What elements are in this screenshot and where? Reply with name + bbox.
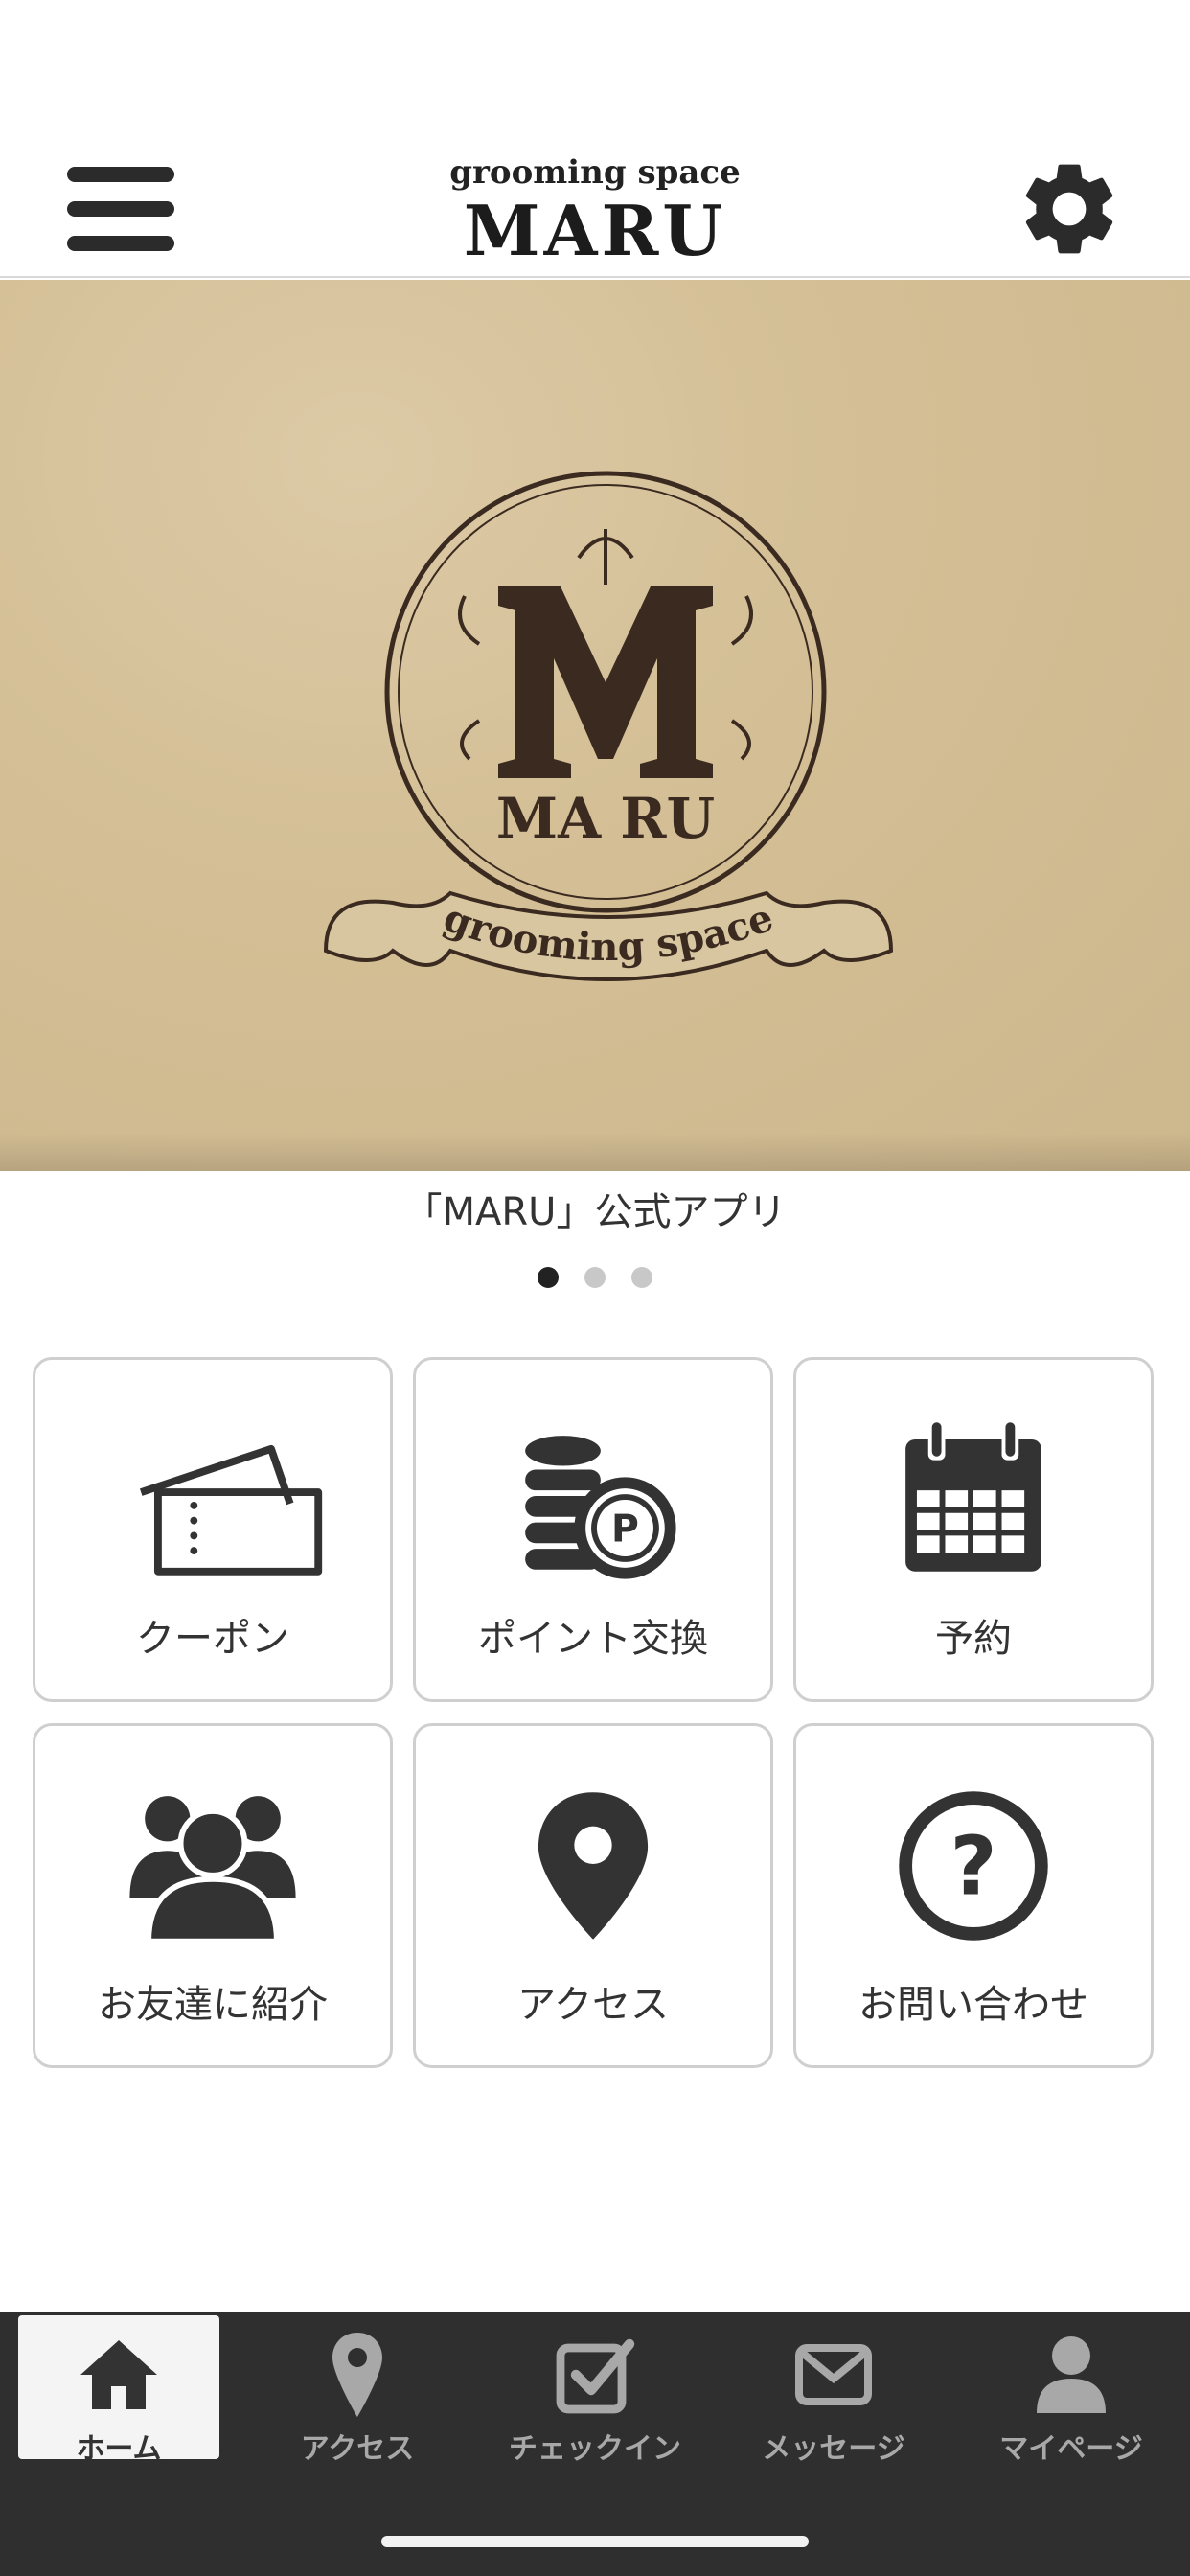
banner-caption: 「MARU」公式アプリ	[403, 1190, 787, 1234]
person-icon	[1037, 2336, 1106, 2413]
tab-access[interactable]: アクセス	[257, 2315, 458, 2466]
tab-label: メッセージ	[762, 2432, 905, 2466]
users-icon	[129, 1796, 296, 1944]
tile-label: クーポン	[136, 1617, 289, 1661]
coins-point-icon: P	[525, 1436, 676, 1579]
svg-text:P: P	[611, 1506, 639, 1551]
tab-label: チェックイン	[509, 2432, 681, 2466]
tab-checkin[interactable]: チェックイン	[494, 2315, 696, 2466]
tab-label: マイページ	[999, 2432, 1143, 2466]
hero-banner[interactable]: MA RU grooming space	[0, 280, 1190, 1171]
logo-emblem-text: MA RU	[496, 786, 715, 851]
tile-coupon[interactable]: クーポン	[33, 1357, 393, 1702]
home-indicator[interactable]	[381, 2536, 809, 2547]
carousel-dot-1[interactable]	[537, 1267, 559, 1288]
tile-access[interactable]: アクセス	[413, 1723, 773, 2068]
svg-text:?: ?	[950, 1819, 996, 1914]
carousel-dot-3[interactable]	[631, 1267, 653, 1288]
header-logo-title: MARU	[463, 190, 727, 271]
tile-label: お友達に紹介	[98, 1983, 328, 2027]
tile-reservation[interactable]: 予約	[793, 1357, 1154, 1702]
tile-refer-friend[interactable]: お友達に紹介	[33, 1723, 393, 2068]
tile-label: ポイント交換	[478, 1617, 708, 1661]
header-logo-subtitle: grooming space	[449, 153, 741, 192]
map-pin-icon	[538, 1792, 649, 1940]
ticket-icon	[139, 1444, 323, 1576]
carousel-dots[interactable]	[0, 1267, 1190, 1292]
gear-icon[interactable]	[1014, 153, 1125, 264]
tab-label: ホーム	[76, 2432, 162, 2466]
question-icon: ?	[899, 1791, 1048, 1941]
checkin-icon	[556, 2338, 635, 2414]
tab-message[interactable]: メッセージ	[733, 2315, 934, 2466]
carousel-dot-2[interactable]	[584, 1267, 606, 1288]
tile-label: アクセス	[517, 1983, 669, 2027]
maru-logo-emblem: MA RU grooming space	[323, 471, 894, 981]
tab-label: アクセス	[300, 2432, 415, 2466]
tile-contact[interactable]: ? お問い合わせ	[793, 1723, 1154, 2068]
map-pin-icon	[332, 2333, 382, 2417]
tile-label: 予約	[935, 1617, 1012, 1661]
home-icon	[80, 2340, 157, 2409]
tab-mypage[interactable]: マイページ	[971, 2315, 1172, 2466]
app-header: grooming space MARU	[0, 0, 1190, 278]
mail-icon	[795, 2344, 872, 2405]
calendar-icon	[905, 1422, 1041, 1572]
tab-home[interactable]: ホーム	[18, 2315, 219, 2466]
tile-label: お問い合わせ	[858, 1983, 1088, 2027]
tile-point-exchange[interactable]: P ポイント交換	[413, 1357, 773, 1702]
